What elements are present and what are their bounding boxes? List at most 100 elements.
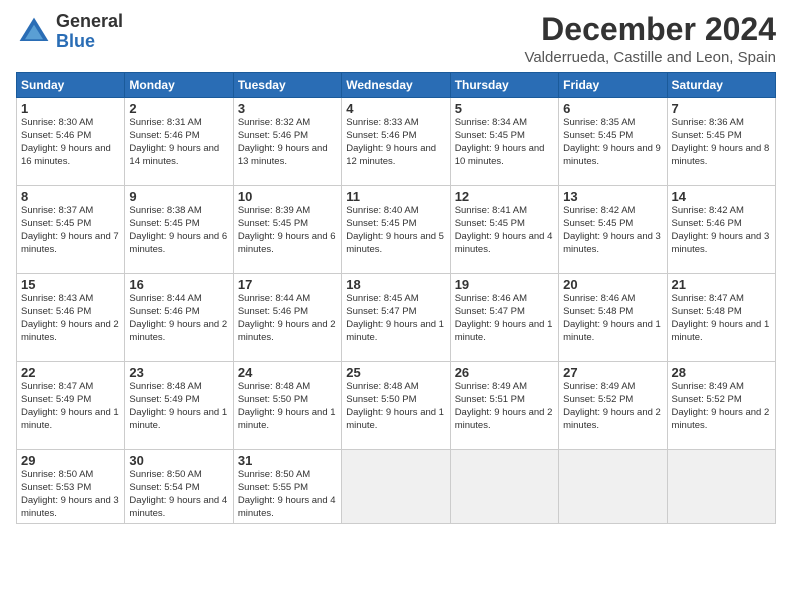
table-row: 26 Sunrise: 8:49 AM Sunset: 5:51 PM Dayl… xyxy=(450,362,558,450)
sunrise-text: Sunrise: 8:49 AM xyxy=(672,381,771,394)
daylight-text: Daylight: 9 hours and 3 minutes. xyxy=(21,495,120,521)
sunrise-text: Sunrise: 8:32 AM xyxy=(238,117,337,130)
sunset-text: Sunset: 5:49 PM xyxy=(129,394,228,407)
sunset-text: Sunset: 5:52 PM xyxy=(672,394,771,407)
daylight-text: Daylight: 9 hours and 5 minutes. xyxy=(346,231,445,257)
day-number: 7 xyxy=(672,101,771,116)
table-row: 25 Sunrise: 8:48 AM Sunset: 5:50 PM Dayl… xyxy=(342,362,450,450)
sunrise-text: Sunrise: 8:38 AM xyxy=(129,205,228,218)
sunrise-text: Sunrise: 8:33 AM xyxy=(346,117,445,130)
sunrise-text: Sunrise: 8:34 AM xyxy=(455,117,554,130)
table-row xyxy=(667,450,775,524)
logo: General Blue xyxy=(16,12,123,52)
sunrise-text: Sunrise: 8:50 AM xyxy=(238,469,337,482)
day-number: 27 xyxy=(563,365,662,380)
table-row xyxy=(342,450,450,524)
sunset-text: Sunset: 5:47 PM xyxy=(455,306,554,319)
sunrise-text: Sunrise: 8:46 AM xyxy=(455,293,554,306)
table-row: 16 Sunrise: 8:44 AM Sunset: 5:46 PM Dayl… xyxy=(125,274,233,362)
table-row: 31 Sunrise: 8:50 AM Sunset: 5:55 PM Dayl… xyxy=(233,450,341,524)
sunset-text: Sunset: 5:46 PM xyxy=(238,130,337,143)
calendar-week-row: 15 Sunrise: 8:43 AM Sunset: 5:46 PM Dayl… xyxy=(17,274,776,362)
daylight-text: Daylight: 9 hours and 1 minute. xyxy=(346,407,445,433)
sunrise-text: Sunrise: 8:48 AM xyxy=(346,381,445,394)
sunrise-text: Sunrise: 8:31 AM xyxy=(129,117,228,130)
sunset-text: Sunset: 5:46 PM xyxy=(21,306,120,319)
table-row: 17 Sunrise: 8:44 AM Sunset: 5:46 PM Dayl… xyxy=(233,274,341,362)
day-number: 5 xyxy=(455,101,554,116)
sunset-text: Sunset: 5:45 PM xyxy=(129,218,228,231)
day-number: 22 xyxy=(21,365,120,380)
sunrise-text: Sunrise: 8:42 AM xyxy=(563,205,662,218)
table-row: 15 Sunrise: 8:43 AM Sunset: 5:46 PM Dayl… xyxy=(17,274,125,362)
logo-icon xyxy=(16,14,52,50)
sunrise-text: Sunrise: 8:40 AM xyxy=(346,205,445,218)
header: General Blue December 2024 Valderrueda, … xyxy=(16,12,776,66)
col-tuesday: Tuesday xyxy=(233,73,341,98)
sunset-text: Sunset: 5:55 PM xyxy=(238,482,337,495)
table-row: 4 Sunrise: 8:33 AM Sunset: 5:46 PM Dayli… xyxy=(342,98,450,186)
sunrise-text: Sunrise: 8:41 AM xyxy=(455,205,554,218)
table-row: 13 Sunrise: 8:42 AM Sunset: 5:45 PM Dayl… xyxy=(559,186,667,274)
calendar-header-row: Sunday Monday Tuesday Wednesday Thursday… xyxy=(17,73,776,98)
daylight-text: Daylight: 9 hours and 4 minutes. xyxy=(238,495,337,521)
col-sunday: Sunday xyxy=(17,73,125,98)
sunset-text: Sunset: 5:52 PM xyxy=(563,394,662,407)
day-number: 14 xyxy=(672,189,771,204)
table-row: 23 Sunrise: 8:48 AM Sunset: 5:49 PM Dayl… xyxy=(125,362,233,450)
table-row: 21 Sunrise: 8:47 AM Sunset: 5:48 PM Dayl… xyxy=(667,274,775,362)
sunset-text: Sunset: 5:46 PM xyxy=(129,130,228,143)
daylight-text: Daylight: 9 hours and 8 minutes. xyxy=(672,143,771,169)
calendar-week-row: 8 Sunrise: 8:37 AM Sunset: 5:45 PM Dayli… xyxy=(17,186,776,274)
table-row: 7 Sunrise: 8:36 AM Sunset: 5:45 PM Dayli… xyxy=(667,98,775,186)
day-number: 26 xyxy=(455,365,554,380)
sunrise-text: Sunrise: 8:43 AM xyxy=(21,293,120,306)
calendar: Sunday Monday Tuesday Wednesday Thursday… xyxy=(16,72,776,524)
calendar-week-row: 29 Sunrise: 8:50 AM Sunset: 5:53 PM Dayl… xyxy=(17,450,776,524)
day-number: 18 xyxy=(346,277,445,292)
daylight-text: Daylight: 9 hours and 13 minutes. xyxy=(238,143,337,169)
day-number: 12 xyxy=(455,189,554,204)
day-number: 17 xyxy=(238,277,337,292)
daylight-text: Daylight: 9 hours and 1 minute. xyxy=(672,319,771,345)
month-title: December 2024 xyxy=(524,12,776,47)
day-number: 11 xyxy=(346,189,445,204)
col-friday: Friday xyxy=(559,73,667,98)
day-number: 2 xyxy=(129,101,228,116)
sunrise-text: Sunrise: 8:45 AM xyxy=(346,293,445,306)
table-row: 30 Sunrise: 8:50 AM Sunset: 5:54 PM Dayl… xyxy=(125,450,233,524)
sunset-text: Sunset: 5:47 PM xyxy=(346,306,445,319)
sunrise-text: Sunrise: 8:37 AM xyxy=(21,205,120,218)
table-row: 2 Sunrise: 8:31 AM Sunset: 5:46 PM Dayli… xyxy=(125,98,233,186)
sunrise-text: Sunrise: 8:44 AM xyxy=(129,293,228,306)
col-wednesday: Wednesday xyxy=(342,73,450,98)
sunset-text: Sunset: 5:45 PM xyxy=(563,218,662,231)
table-row: 9 Sunrise: 8:38 AM Sunset: 5:45 PM Dayli… xyxy=(125,186,233,274)
sunrise-text: Sunrise: 8:50 AM xyxy=(129,469,228,482)
daylight-text: Daylight: 9 hours and 2 minutes. xyxy=(672,407,771,433)
day-number: 30 xyxy=(129,453,228,468)
daylight-text: Daylight: 9 hours and 10 minutes. xyxy=(455,143,554,169)
day-number: 16 xyxy=(129,277,228,292)
daylight-text: Daylight: 9 hours and 1 minute. xyxy=(238,407,337,433)
day-number: 6 xyxy=(563,101,662,116)
table-row: 22 Sunrise: 8:47 AM Sunset: 5:49 PM Dayl… xyxy=(17,362,125,450)
daylight-text: Daylight: 9 hours and 2 minutes. xyxy=(21,319,120,345)
sunrise-text: Sunrise: 8:46 AM xyxy=(563,293,662,306)
sunset-text: Sunset: 5:53 PM xyxy=(21,482,120,495)
daylight-text: Daylight: 9 hours and 6 minutes. xyxy=(238,231,337,257)
sunrise-text: Sunrise: 8:30 AM xyxy=(21,117,120,130)
daylight-text: Daylight: 9 hours and 1 minute. xyxy=(455,319,554,345)
sunrise-text: Sunrise: 8:49 AM xyxy=(563,381,662,394)
day-number: 24 xyxy=(238,365,337,380)
table-row: 28 Sunrise: 8:49 AM Sunset: 5:52 PM Dayl… xyxy=(667,362,775,450)
sunset-text: Sunset: 5:45 PM xyxy=(563,130,662,143)
day-number: 28 xyxy=(672,365,771,380)
table-row: 20 Sunrise: 8:46 AM Sunset: 5:48 PM Dayl… xyxy=(559,274,667,362)
table-row: 10 Sunrise: 8:39 AM Sunset: 5:45 PM Dayl… xyxy=(233,186,341,274)
table-row: 12 Sunrise: 8:41 AM Sunset: 5:45 PM Dayl… xyxy=(450,186,558,274)
day-number: 4 xyxy=(346,101,445,116)
sunrise-text: Sunrise: 8:49 AM xyxy=(455,381,554,394)
daylight-text: Daylight: 9 hours and 2 minutes. xyxy=(129,319,228,345)
day-number: 19 xyxy=(455,277,554,292)
